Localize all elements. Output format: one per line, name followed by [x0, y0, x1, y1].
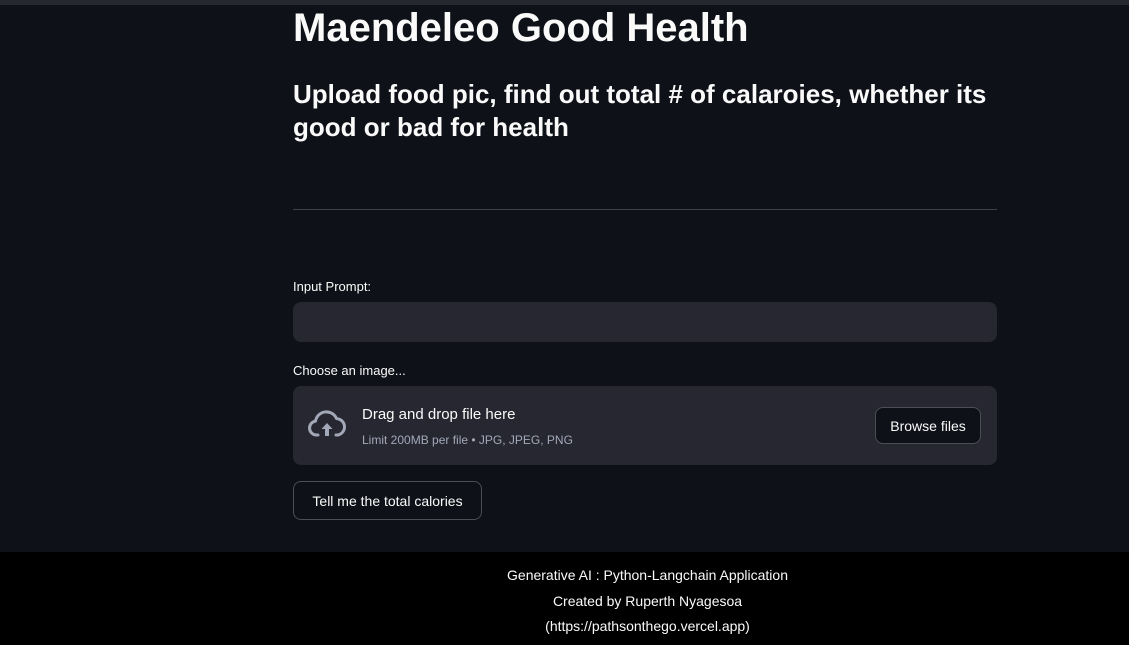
footer-link[interactable]: (https://pathsonthego.vercel.app) — [0, 617, 1129, 635]
footer-app-description: Generative AI : Python-Langchain Applica… — [507, 567, 788, 583]
cloud-upload-icon — [308, 410, 346, 437]
file-dropzone[interactable]: Drag and drop file here Limit 200MB per … — [293, 386, 997, 465]
dropzone-title: Drag and drop file here — [362, 406, 516, 423]
divider — [293, 209, 997, 210]
image-uploader-label: Choose an image... — [293, 363, 406, 378]
page-subtitle: Upload food pic, find out total # of cal… — [293, 79, 987, 142]
input-prompt-label: Input Prompt: — [293, 279, 372, 294]
input-prompt-field[interactable] — [293, 302, 997, 342]
footer: Generative AI : Python-Langchain Applica… — [0, 552, 1129, 645]
footer-author: Created by Ruperth Nyagesoa — [552, 593, 743, 609]
total-calories-button[interactable]: Tell me the total calories — [293, 481, 482, 520]
page-title: Maendeleo Good Health — [293, 6, 749, 50]
dropzone-limit-text: Limit 200MB per file • JPG, JPEG, PNG — [362, 433, 573, 447]
browse-files-button[interactable]: Browse files — [875, 407, 981, 444]
